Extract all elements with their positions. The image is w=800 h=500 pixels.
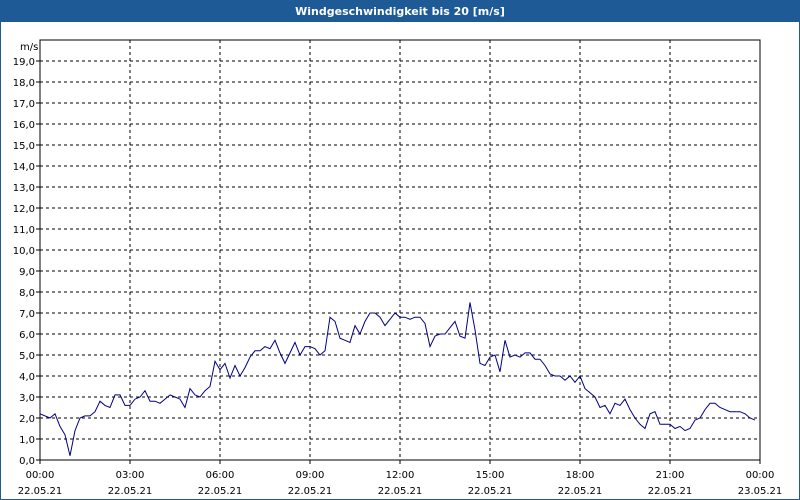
- x-tick-date-label: 22.05.21: [558, 486, 603, 497]
- y-tick-label: 4,0: [19, 372, 35, 383]
- y-tick-label: 1,0: [19, 435, 35, 446]
- x-tick-time-label: 12:00: [386, 470, 415, 481]
- y-tick-label: 13,0: [13, 183, 35, 194]
- y-tick-label: 0,0: [19, 456, 35, 467]
- y-axis-ticks: 0,0 1,0 2,0 3,0 4,0 5,0 6,0 7,0 8,0 9,0 10,0 11,0 12…: [13, 57, 40, 467]
- x-tick-time-label: 18:00: [566, 470, 595, 481]
- x-tick-time-label: 09:00: [296, 470, 325, 481]
- x-axis-ticks: 00:00 22.05.21 03:00 22.05.21 06:00 22.05.21 0…: [18, 460, 783, 497]
- x-tick-time-label: 06:00: [206, 470, 235, 481]
- x-tick-date-label: 22.05.21: [108, 486, 153, 497]
- y-tick-label: 15,0: [13, 141, 35, 152]
- y-tick-label: 2,0: [19, 414, 35, 425]
- x-tick-time-label: 03:00: [116, 470, 145, 481]
- y-tick-label: 10,0: [13, 246, 35, 257]
- y-tick-label: 8,0: [19, 288, 35, 299]
- x-tick-date-label: 22.05.21: [468, 486, 513, 497]
- wind-speed-chart: 0,0 1,0 2,0 3,0 4,0 5,0 6,0 7,0 8,0 9,0 10,0 11,0 12…: [13, 39, 783, 497]
- x-tick-date-label: 22.05.21: [18, 486, 63, 497]
- x-tick-date-label: 22.05.21: [288, 486, 333, 497]
- y-tick-label: 12,0: [13, 204, 35, 215]
- x-tick-date-label: 22.05.21: [198, 486, 243, 497]
- y-tick-label: 19,0: [13, 57, 35, 68]
- y-tick-label: 14,0: [13, 162, 35, 173]
- y-tick-label: 18,0: [13, 78, 35, 89]
- x-tick-date-label: 23.05.21: [738, 486, 783, 497]
- x-tick-date-label: 22.05.21: [648, 486, 693, 497]
- y-tick-label: 3,0: [19, 393, 35, 404]
- x-tick-time-label: 15:00: [476, 470, 505, 481]
- y-tick-label: 17,0: [13, 99, 35, 110]
- y-tick-label: 7,0: [19, 309, 35, 320]
- y-tick-label: 16,0: [13, 120, 35, 131]
- y-tick-label: 9,0: [19, 267, 35, 278]
- x-tick-date-label: 22.05.21: [378, 486, 423, 497]
- x-tick-time-label: 00:00: [26, 470, 55, 481]
- y-axis-unit-label: m/s: [20, 42, 38, 53]
- x-tick-time-label: 21:00: [656, 470, 685, 481]
- y-tick-label: 6,0: [19, 330, 35, 341]
- y-tick-label: 5,0: [19, 351, 35, 362]
- x-tick-time-label: 00:00: [746, 470, 775, 481]
- y-tick-label: 11,0: [13, 225, 35, 236]
